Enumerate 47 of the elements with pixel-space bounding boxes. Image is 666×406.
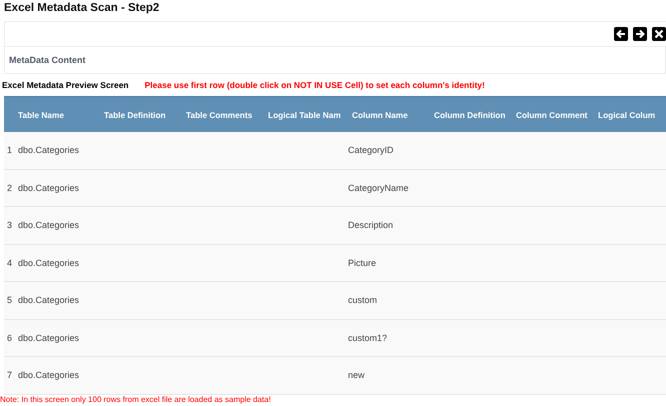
forward-button[interactable] [633, 27, 647, 41]
window-title: Excel Metadata Scan - Step2 [3, 1, 160, 16]
table-cell: dbo.Categories [18, 220, 80, 230]
table-row[interactable]: 2 dbo.Categories CategoryName [4, 170, 666, 207]
table-row[interactable]: 7 dbo.Categories new [4, 357, 666, 394]
preview-label: Excel Metadata Preview Screen [2, 80, 129, 90]
row-number: 3 [7, 220, 12, 230]
row-number: 1 [7, 145, 12, 156]
table-cell: dbo.Categories [18, 258, 80, 268]
column-header: Column Comment [516, 110, 588, 120]
table-cell: dbo.Categories [18, 332, 80, 343]
table-row[interactable]: 5 dbo.Categories custom [4, 282, 666, 320]
table-row[interactable]: 4 dbo.Categories Picture [4, 244, 666, 282]
table-cell: new [348, 370, 365, 380]
back-button[interactable] [614, 27, 628, 41]
column-header: Table Comments [186, 110, 252, 120]
close-icon [654, 29, 664, 39]
row-number: 2 [7, 182, 12, 193]
row-number: 5 [7, 295, 12, 306]
table-cell: custom1? [348, 332, 388, 343]
close-button[interactable] [652, 27, 666, 41]
instruction-text: Please use first row (double click on NOT IN USE Cell) to set each column's identity! [144, 80, 485, 90]
note-text: Note: In this screen only 100 rows from excel file are loaded as sample data! [0, 394, 272, 404]
column-header: Column Name [352, 110, 408, 120]
column-header: Table Name [18, 110, 64, 120]
table-cell: dbo.Categories [18, 295, 80, 306]
table-cell: Picture [348, 258, 376, 268]
table-row[interactable]: 6 dbo.Categories custom1? [4, 320, 666, 357]
row-number: 6 [7, 332, 12, 343]
table-row[interactable]: 1 dbo.Categories CategoryID [4, 132, 666, 170]
table-cell: dbo.Categories [18, 145, 80, 156]
right-arrow-icon [635, 29, 645, 39]
table-cell: dbo.Categories [18, 370, 80, 380]
section-title: MetaData Content [9, 55, 86, 65]
table-cell: Description [348, 220, 394, 230]
table-cell: CategoryName [348, 182, 409, 193]
column-header: Table Definition [104, 110, 166, 120]
column-header: Column Definition [434, 110, 506, 120]
table-cell: CategoryID [348, 145, 394, 156]
row-number: 7 [7, 370, 12, 380]
column-header: Logical Colum [598, 110, 656, 120]
row-number: 4 [7, 258, 12, 268]
table-cell: custom [348, 295, 378, 306]
left-arrow-icon [616, 29, 626, 39]
column-header: Logical Table Nam [268, 110, 341, 120]
table-row[interactable]: 3 dbo.Categories Description [4, 207, 666, 244]
table-cell: dbo.Categories [18, 182, 80, 193]
